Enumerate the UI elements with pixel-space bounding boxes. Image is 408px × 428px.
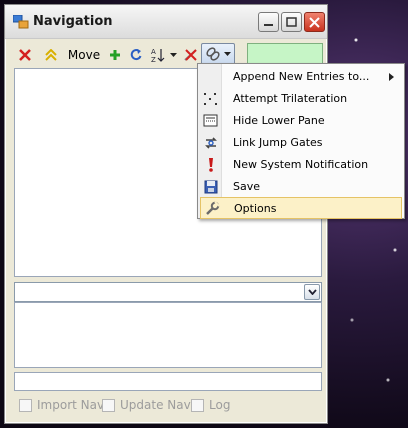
svg-text:A: A bbox=[151, 48, 156, 56]
menu-item-hide-lower-pane[interactable]: Hide Lower Pane bbox=[200, 110, 402, 132]
delete-button[interactable] bbox=[15, 45, 35, 65]
move-button[interactable]: Move bbox=[66, 45, 102, 65]
delete-icon bbox=[19, 49, 31, 61]
app-icon bbox=[13, 15, 29, 29]
log-option: Log bbox=[191, 398, 230, 412]
tools-link-icon bbox=[206, 47, 220, 61]
tools-dropdown-menu: Append New Entries to... Attempt Trilate… bbox=[197, 63, 405, 219]
maximize-icon bbox=[286, 17, 297, 27]
update-nav-label: Update Nav bbox=[120, 398, 191, 412]
menu-item-label: Hide Lower Pane bbox=[233, 114, 325, 127]
add-button[interactable] bbox=[106, 45, 124, 65]
menu-item-append-new-entries[interactable]: Append New Entries to... bbox=[200, 66, 402, 88]
move-label: Move bbox=[67, 48, 101, 62]
double-chevron-up-icon bbox=[45, 49, 57, 61]
floppy-icon bbox=[204, 180, 218, 194]
plus-icon bbox=[110, 50, 120, 60]
menu-item-save[interactable]: Save bbox=[200, 176, 402, 198]
trilateration-icon bbox=[204, 93, 217, 105]
link-icon bbox=[205, 137, 217, 149]
log-checkbox[interactable] bbox=[191, 398, 204, 412]
tools-menu-button[interactable] bbox=[201, 43, 235, 65]
refresh-icon bbox=[130, 49, 142, 61]
pane-icon bbox=[203, 114, 218, 127]
chevron-down-icon bbox=[224, 51, 231, 56]
sort-az-icon: AZ bbox=[151, 48, 165, 63]
update-nav-checkbox[interactable] bbox=[102, 398, 115, 412]
import-nav-checkbox[interactable] bbox=[19, 398, 32, 412]
maximize-button[interactable] bbox=[281, 12, 302, 32]
import-nav-label: Import Nav bbox=[37, 398, 105, 412]
menu-item-options[interactable]: Options bbox=[200, 197, 402, 219]
select-dropdown-button[interactable] bbox=[304, 284, 320, 300]
window-title: Navigation bbox=[33, 14, 113, 29]
menu-item-label: Link Jump Gates bbox=[233, 136, 323, 149]
menu-item-new-system-notification[interactable]: New System Notification bbox=[200, 154, 402, 176]
wrench-icon bbox=[206, 201, 220, 215]
menu-item-label: New System Notification bbox=[233, 158, 369, 171]
import-nav-option: Import Nav bbox=[19, 398, 104, 412]
update-nav-option: Update Nav bbox=[102, 398, 191, 412]
menu-item-label: Attempt Trilateration bbox=[233, 92, 348, 105]
sort-dropdown-button[interactable] bbox=[168, 45, 178, 65]
menu-item-label: Options bbox=[234, 202, 277, 215]
move-up-button[interactable] bbox=[41, 45, 61, 65]
remove-link-button[interactable] bbox=[181, 45, 201, 65]
title-bar[interactable]: Navigation bbox=[5, 5, 327, 39]
minimize-icon bbox=[264, 24, 273, 26]
notification-icon bbox=[209, 158, 213, 172]
menu-item-label: Save bbox=[233, 180, 261, 193]
menu-item-label: Append New Entries to... bbox=[233, 70, 370, 83]
minimize-button[interactable] bbox=[258, 12, 279, 32]
chevron-down-icon bbox=[169, 52, 177, 57]
chevron-down-icon bbox=[307, 289, 317, 295]
close-button[interactable] bbox=[304, 12, 325, 32]
lower-pane[interactable] bbox=[14, 302, 322, 368]
unlink-icon bbox=[184, 49, 197, 61]
system-select[interactable] bbox=[14, 282, 322, 302]
status-field bbox=[14, 372, 322, 391]
log-label: Log bbox=[209, 398, 231, 412]
refresh-button[interactable] bbox=[127, 45, 145, 65]
svg-text:Z: Z bbox=[151, 56, 156, 63]
close-icon bbox=[309, 17, 320, 28]
sort-button[interactable]: AZ bbox=[149, 45, 167, 65]
menu-item-link-jump-gates[interactable]: Link Jump Gates bbox=[200, 132, 402, 154]
submenu-arrow-icon bbox=[389, 73, 394, 81]
menu-item-attempt-trilateration[interactable]: Attempt Trilateration bbox=[200, 88, 402, 110]
